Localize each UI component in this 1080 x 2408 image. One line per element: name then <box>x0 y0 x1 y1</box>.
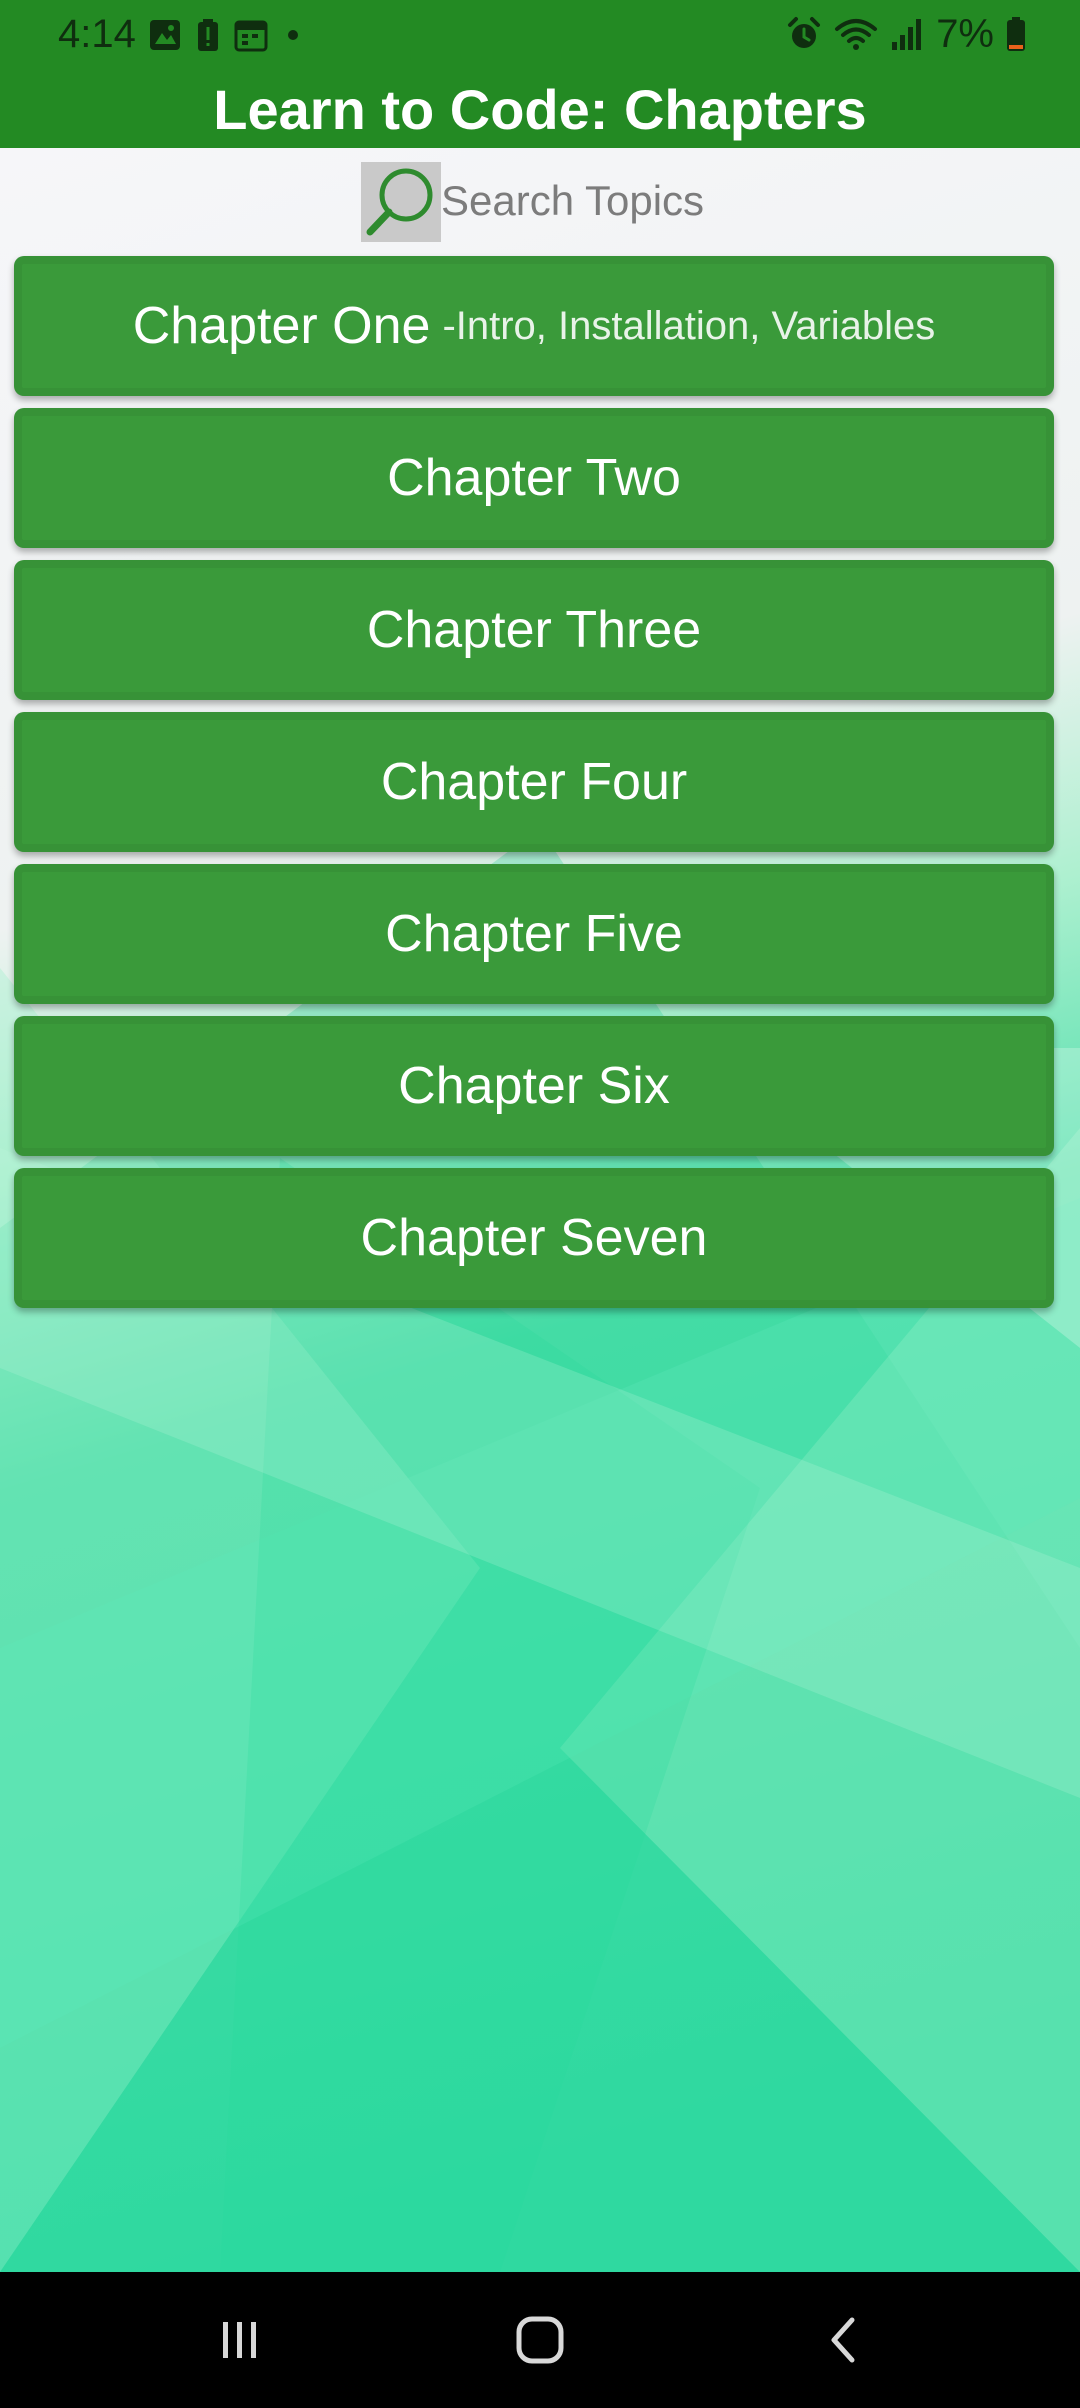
recent-apps-icon <box>223 2322 256 2358</box>
search-icon <box>366 168 433 236</box>
back-button[interactable] <box>784 2300 904 2380</box>
chapter-four-button[interactable]: Chapter Four <box>14 712 1054 852</box>
gallery-icon <box>150 20 180 50</box>
chapter-six-button[interactable]: Chapter Six <box>14 1016 1054 1156</box>
battery-percent: 7% <box>936 12 994 56</box>
calendar-icon <box>234 20 268 52</box>
chapter-two-button[interactable]: Chapter Two <box>14 408 1054 548</box>
search-input[interactable] <box>441 166 861 236</box>
back-icon <box>831 2317 855 2363</box>
notification-dot-icon <box>288 30 298 40</box>
navigation-bar <box>0 2272 1080 2408</box>
recent-apps-button[interactable] <box>180 2300 300 2380</box>
page-title: Learn to Code: Chapters <box>213 78 867 141</box>
home-icon <box>516 2316 564 2364</box>
chapter-five-button[interactable]: Chapter Five <box>14 864 1054 1004</box>
wifi-icon <box>835 19 878 50</box>
chapter-label: Chapter One <box>132 297 431 355</box>
chapter-label: Chapter Seven <box>360 1209 708 1267</box>
chapter-three-button[interactable]: Chapter Three <box>14 560 1054 700</box>
signal-icon <box>892 19 922 50</box>
chapter-seven-button[interactable]: Chapter Seven <box>14 1168 1054 1308</box>
chapter-label: Chapter Two <box>387 449 681 507</box>
chapter-one-button[interactable]: Chapter One -Intro, Installation, Variab… <box>14 256 1054 396</box>
alarm-icon <box>788 17 821 48</box>
chapter-label: Chapter Five <box>385 905 683 963</box>
search-button[interactable] <box>361 162 441 242</box>
status-time: 4:14 <box>58 12 136 56</box>
search-bar <box>0 148 1080 244</box>
status-icons-right: 7% <box>786 14 1026 54</box>
chapter-label: Chapter Four <box>380 753 688 811</box>
app-header: Learn to Code: Chapters <box>0 68 1080 148</box>
battery-alert-icon <box>198 19 218 51</box>
status-icons-left <box>148 18 304 52</box>
chapter-list: Chapter One -Intro, Installation, Variab… <box>14 256 1054 1320</box>
battery-low-icon <box>1007 17 1025 51</box>
chapter-subtitle: -Intro, Installation, Variables <box>442 303 936 348</box>
chapter-label: Chapter Six <box>398 1057 670 1115</box>
home-button[interactable] <box>480 2300 600 2380</box>
chapter-label: Chapter Three <box>366 601 702 659</box>
status-bar: 4:14 7% <box>0 0 1080 68</box>
